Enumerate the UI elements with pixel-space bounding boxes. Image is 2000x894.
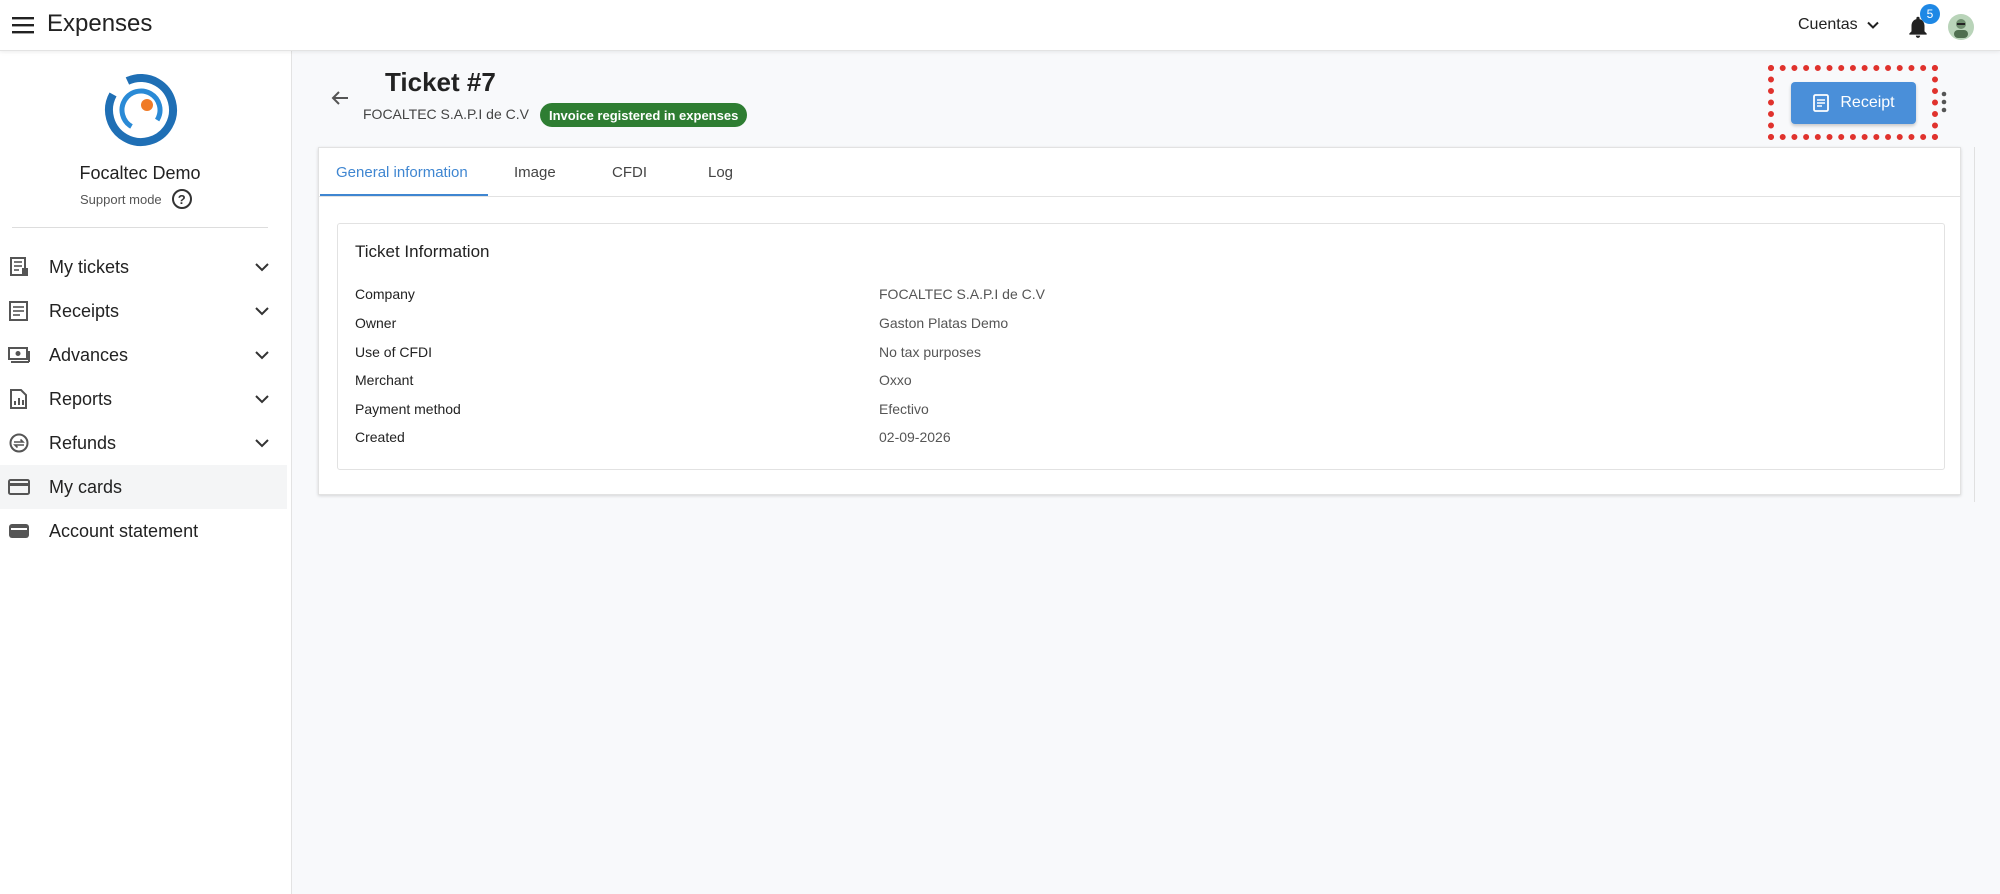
hamburger-menu-icon	[12, 17, 34, 34]
notification-count-badge: 5	[1920, 4, 1940, 24]
sidebar-item-label: Advances	[49, 344, 129, 365]
info-row-payment-method: Payment method Efectivo	[355, 401, 1925, 425]
sidebar-item-advances[interactable]: Advances	[0, 333, 287, 377]
info-label: Merchant	[355, 372, 414, 388]
ticket-detail-card: General information Image CFDI Log Ticke…	[318, 147, 1961, 495]
sidebar-item-label: Refunds	[49, 432, 117, 453]
tab-cfdi[interactable]: CFDI	[612, 164, 647, 181]
sidebar-item-label: Account statement	[49, 520, 199, 541]
sidebar-item-label: Receipts	[49, 300, 120, 321]
ticket-company: FOCALTEC S.A.P.I de C.V	[363, 106, 529, 122]
focaltec-logo-icon	[105, 74, 177, 146]
info-value: Efectivo	[879, 401, 929, 417]
info-value: 02-09-2026	[879, 429, 951, 445]
sidebar-item-receipts[interactable]: Receipts	[0, 289, 287, 333]
sidebar-divider	[12, 227, 268, 228]
cash-icon	[8, 347, 30, 363]
info-value: No tax purposes	[879, 344, 981, 360]
info-label: Company	[355, 286, 415, 302]
chevron-down-icon	[255, 351, 269, 360]
document-icon	[1813, 94, 1830, 112]
chevron-down-icon	[255, 439, 269, 448]
receipt-long-icon	[10, 257, 28, 276]
info-label: Owner	[355, 315, 397, 331]
tab-bar: General information Image CFDI Log	[319, 148, 1960, 197]
sidebar-item-reports[interactable]: Reports	[0, 377, 287, 421]
organization-name: Focaltec Demo	[79, 163, 201, 183]
tab-general-information[interactable]: General information	[336, 164, 468, 181]
chevron-down-icon	[255, 263, 269, 272]
sidebar: Focaltec Demo Support mode ? My tickets …	[0, 51, 292, 894]
info-row-created: Created 02-09-2026	[355, 429, 1925, 453]
more-vert-icon[interactable]	[1938, 88, 1950, 118]
refund-icon	[9, 433, 29, 453]
avatar-image-icon	[1948, 14, 1974, 40]
sidebar-item-my-tickets[interactable]: My tickets	[0, 245, 287, 289]
sidebar-item-my-cards[interactable]: My cards	[0, 465, 287, 509]
content-scroll-edge	[1974, 147, 1975, 502]
sidebar-nav: My tickets Receipts Advances Reports Ref…	[0, 245, 287, 553]
sidebar-item-refunds[interactable]: Refunds	[0, 421, 287, 465]
help-icon[interactable]: ?	[171, 189, 192, 209]
support-mode: Support mode ?	[80, 189, 192, 209]
ticket-information-panel: Ticket Information Company FOCALTEC S.A.…	[337, 223, 1945, 470]
status-badge: Invoice registered in expenses	[540, 103, 748, 127]
info-label: Created	[355, 429, 405, 445]
user-avatar[interactable]	[1948, 14, 1974, 40]
info-value: Gaston Platas Demo	[879, 315, 1009, 331]
sidebar-item-label: Reports	[49, 388, 113, 409]
info-label: Use of CFDI	[355, 344, 433, 360]
document-icon	[9, 301, 28, 321]
ticket-information-title: Ticket Information	[355, 242, 490, 261]
active-tab-indicator	[320, 194, 488, 196]
info-label: Payment method	[355, 401, 461, 417]
info-value: Oxxo	[879, 372, 912, 388]
chevron-down-icon	[255, 395, 269, 404]
chevron-down-icon	[1866, 21, 1879, 29]
app-title: Expenses	[47, 10, 153, 37]
info-row-use-of-cfdi: Use of CFDI No tax purposes	[355, 344, 1925, 368]
info-row-owner: Owner Gaston Platas Demo	[355, 315, 1925, 339]
info-value: FOCALTEC S.A.P.I de C.V	[879, 286, 1045, 302]
chevron-down-icon	[255, 307, 269, 316]
receipt-button[interactable]: Receipt	[1791, 82, 1916, 124]
accounts-label: Cuentas	[1798, 16, 1858, 33]
tab-log[interactable]: Log	[708, 164, 733, 181]
credit-card-icon	[8, 479, 30, 495]
receipt-button-label: Receipt	[1840, 94, 1895, 111]
sidebar-item-label: My tickets	[49, 256, 130, 277]
page-title: Ticket #7	[385, 67, 496, 97]
report-icon	[10, 389, 27, 409]
accounts-dropdown[interactable]: Cuentas	[1798, 16, 1880, 34]
sidebar-item-account-statement[interactable]: Account statement	[0, 509, 287, 553]
back-arrow-icon[interactable]	[326, 84, 354, 112]
top-app-bar: Expenses Cuentas 5	[0, 0, 2000, 51]
tab-image[interactable]: Image	[514, 164, 556, 181]
menu-button[interactable]	[8, 10, 38, 40]
support-mode-label: Support mode	[80, 191, 162, 207]
info-row-merchant: Merchant Oxxo	[355, 372, 1925, 396]
sidebar-item-label: My cards	[49, 476, 123, 497]
wallet-icon	[9, 524, 29, 538]
info-row-company: Company FOCALTEC S.A.P.I de C.V	[355, 286, 1925, 310]
